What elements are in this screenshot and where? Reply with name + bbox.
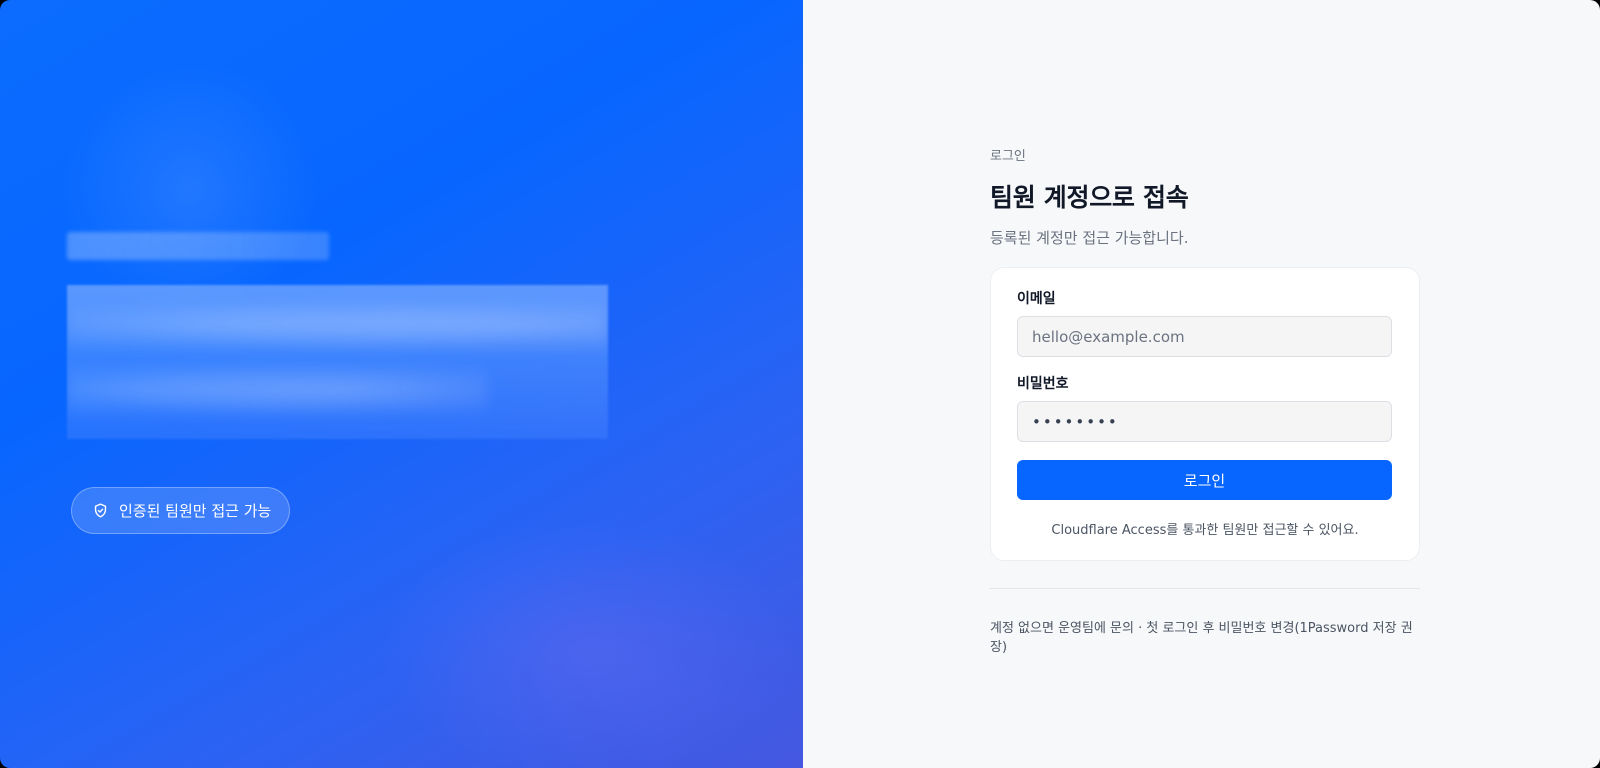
divider <box>990 588 1420 589</box>
help-footnote: 계정 없으면 운영팀에 문의 · 첫 로그인 후 비밀번호 변경(1Passwo… <box>990 621 1413 655</box>
hero-glow <box>380 520 800 768</box>
login-card: 이메일 비밀번호 로그인 Cloudflare Access를 통과한 팀원만 … <box>990 267 1420 561</box>
email-field[interactable] <box>1017 316 1392 357</box>
app-window: 인증된 팀원만 접근 가능 로그인 팀원 계정으로 접속 등록된 계정만 접근 … <box>0 0 1600 768</box>
access-note: Cloudflare Access를 통과한 팀원만 접근할 수 있어요. <box>1051 523 1359 538</box>
email-label: 이메일 <box>1017 291 1056 307</box>
login-content: 로그인 팀원 계정으로 접속 등록된 계정만 접근 가능합니다. 이메일 비밀번… <box>990 145 1420 655</box>
shield-check-icon <box>92 502 109 519</box>
eyebrow-label: 로그인 <box>990 149 1026 164</box>
hero-glow <box>60 60 320 320</box>
page-title: 팀원 계정으로 접속 <box>990 183 1189 212</box>
login-panel: 로그인 팀원 계정으로 접속 등록된 계정만 접근 가능합니다. 이메일 비밀번… <box>803 0 1600 768</box>
hero-blurred-text <box>67 285 608 439</box>
hero-panel: 인증된 팀원만 접근 가능 <box>0 0 803 768</box>
hero-blurred-heading <box>67 232 329 260</box>
password-field[interactable] <box>1017 401 1392 442</box>
password-label: 비밀번호 <box>1017 376 1069 392</box>
page-subtitle: 등록된 계정만 접근 가능합니다. <box>990 229 1189 247</box>
access-badge-label: 인증된 팀원만 접근 가능 <box>119 502 272 520</box>
login-button[interactable]: 로그인 <box>1017 460 1392 500</box>
access-badge: 인증된 팀원만 접근 가능 <box>71 487 291 534</box>
